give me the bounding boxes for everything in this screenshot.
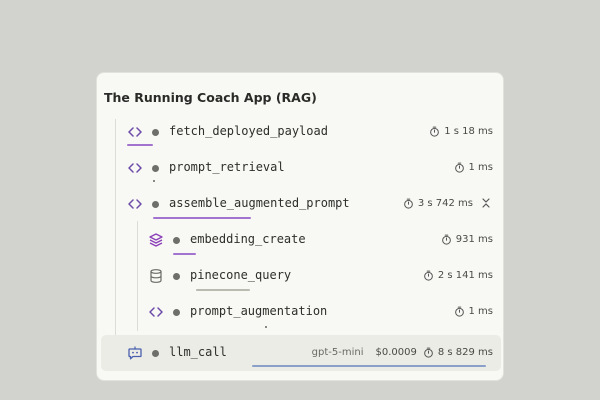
span-duration: 1 s 18 ms: [429, 126, 493, 137]
stopwatch-icon: [441, 234, 452, 245]
span-row-pinecone-query[interactable]: pinecone_query 2 s 141 ms: [97, 258, 505, 294]
span-timeline-bar: [173, 253, 196, 255]
database-icon: [148, 268, 164, 284]
status-dot: [152, 350, 159, 357]
stopwatch-icon: [454, 162, 465, 173]
chevrons-collapse-icon[interactable]: [480, 197, 492, 209]
span-timeline-bar: [252, 365, 486, 367]
span-timeline-bar: [265, 326, 267, 328]
status-dot: [152, 129, 159, 136]
span-timeline-bar: [127, 144, 153, 146]
span-row-llm-call[interactable]: llm_call gpt-5-mini $0.0009 8 s 829 ms: [101, 335, 501, 371]
span-name: prompt_augmentation: [190, 304, 328, 318]
span-name: fetch_deployed_payload: [169, 124, 328, 138]
duration-text: 8 s 829 ms: [437, 347, 493, 358]
status-dot: [173, 237, 180, 244]
status-dot: [152, 165, 159, 172]
stopwatch-icon: [454, 306, 465, 317]
status-dot: [173, 309, 180, 316]
span-duration: 3 s 742 ms: [403, 198, 473, 209]
span-name: pinecone_query: [190, 268, 292, 282]
span-meta: gpt-5-mini $0.0009 8 s 829 ms: [312, 347, 493, 358]
span-row-fetch-deployed-payload[interactable]: fetch_deployed_payload 1 s 18 ms: [97, 114, 505, 150]
span-row-prompt-augmentation[interactable]: prompt_augmentation 1 ms: [97, 294, 505, 330]
stopwatch-icon: [403, 198, 414, 209]
span-name: assemble_augmented_prompt: [169, 196, 350, 210]
stopwatch-icon: [429, 126, 440, 137]
duration-text: 1 ms: [468, 162, 494, 173]
span-duration: 2 s 141 ms: [423, 270, 493, 281]
code-brackets-icon: [127, 124, 143, 140]
span-row-assemble-augmented-prompt[interactable]: assemble_augmented_prompt 3 s 742 ms: [97, 186, 505, 222]
span-duration: 931 ms: [441, 234, 493, 245]
stopwatch-icon: [423, 270, 434, 281]
duration-text: 931 ms: [455, 234, 493, 245]
trace-panel: The Running Coach App (RAG) fetch_deploy…: [96, 72, 504, 381]
model-name: gpt-5-mini: [311, 347, 364, 358]
span-timeline-bar: [153, 217, 251, 219]
span-timeline-bar: [196, 289, 250, 291]
span-name: prompt_retrieval: [169, 160, 285, 174]
span-row-prompt-retrieval[interactable]: prompt_retrieval 1 ms: [97, 150, 505, 186]
duration-text: 1 ms: [468, 306, 494, 317]
span-name: embedding_create: [190, 232, 306, 246]
span-name: llm_call: [169, 345, 227, 359]
span-row-embedding-create[interactable]: embedding_create 931 ms: [97, 222, 505, 258]
span-duration: 1 ms: [454, 306, 494, 317]
trace-title: The Running Coach App (RAG): [104, 90, 317, 105]
cost-value: $0.0009: [375, 347, 417, 358]
bot-chat-icon: [127, 345, 143, 361]
status-dot: [152, 201, 159, 208]
code-brackets-icon: [127, 196, 143, 212]
duration-text: 3 s 742 ms: [417, 198, 473, 209]
span-timeline-bar: [153, 180, 155, 182]
stopwatch-icon: [423, 347, 434, 358]
duration-text: 2 s 141 ms: [437, 270, 493, 281]
span-duration: 1 ms: [454, 162, 494, 173]
layers-icon: [148, 232, 164, 248]
code-brackets-icon: [148, 304, 164, 320]
status-dot: [173, 273, 180, 280]
duration-text: 1 s 18 ms: [444, 126, 493, 137]
code-brackets-icon: [127, 160, 143, 176]
